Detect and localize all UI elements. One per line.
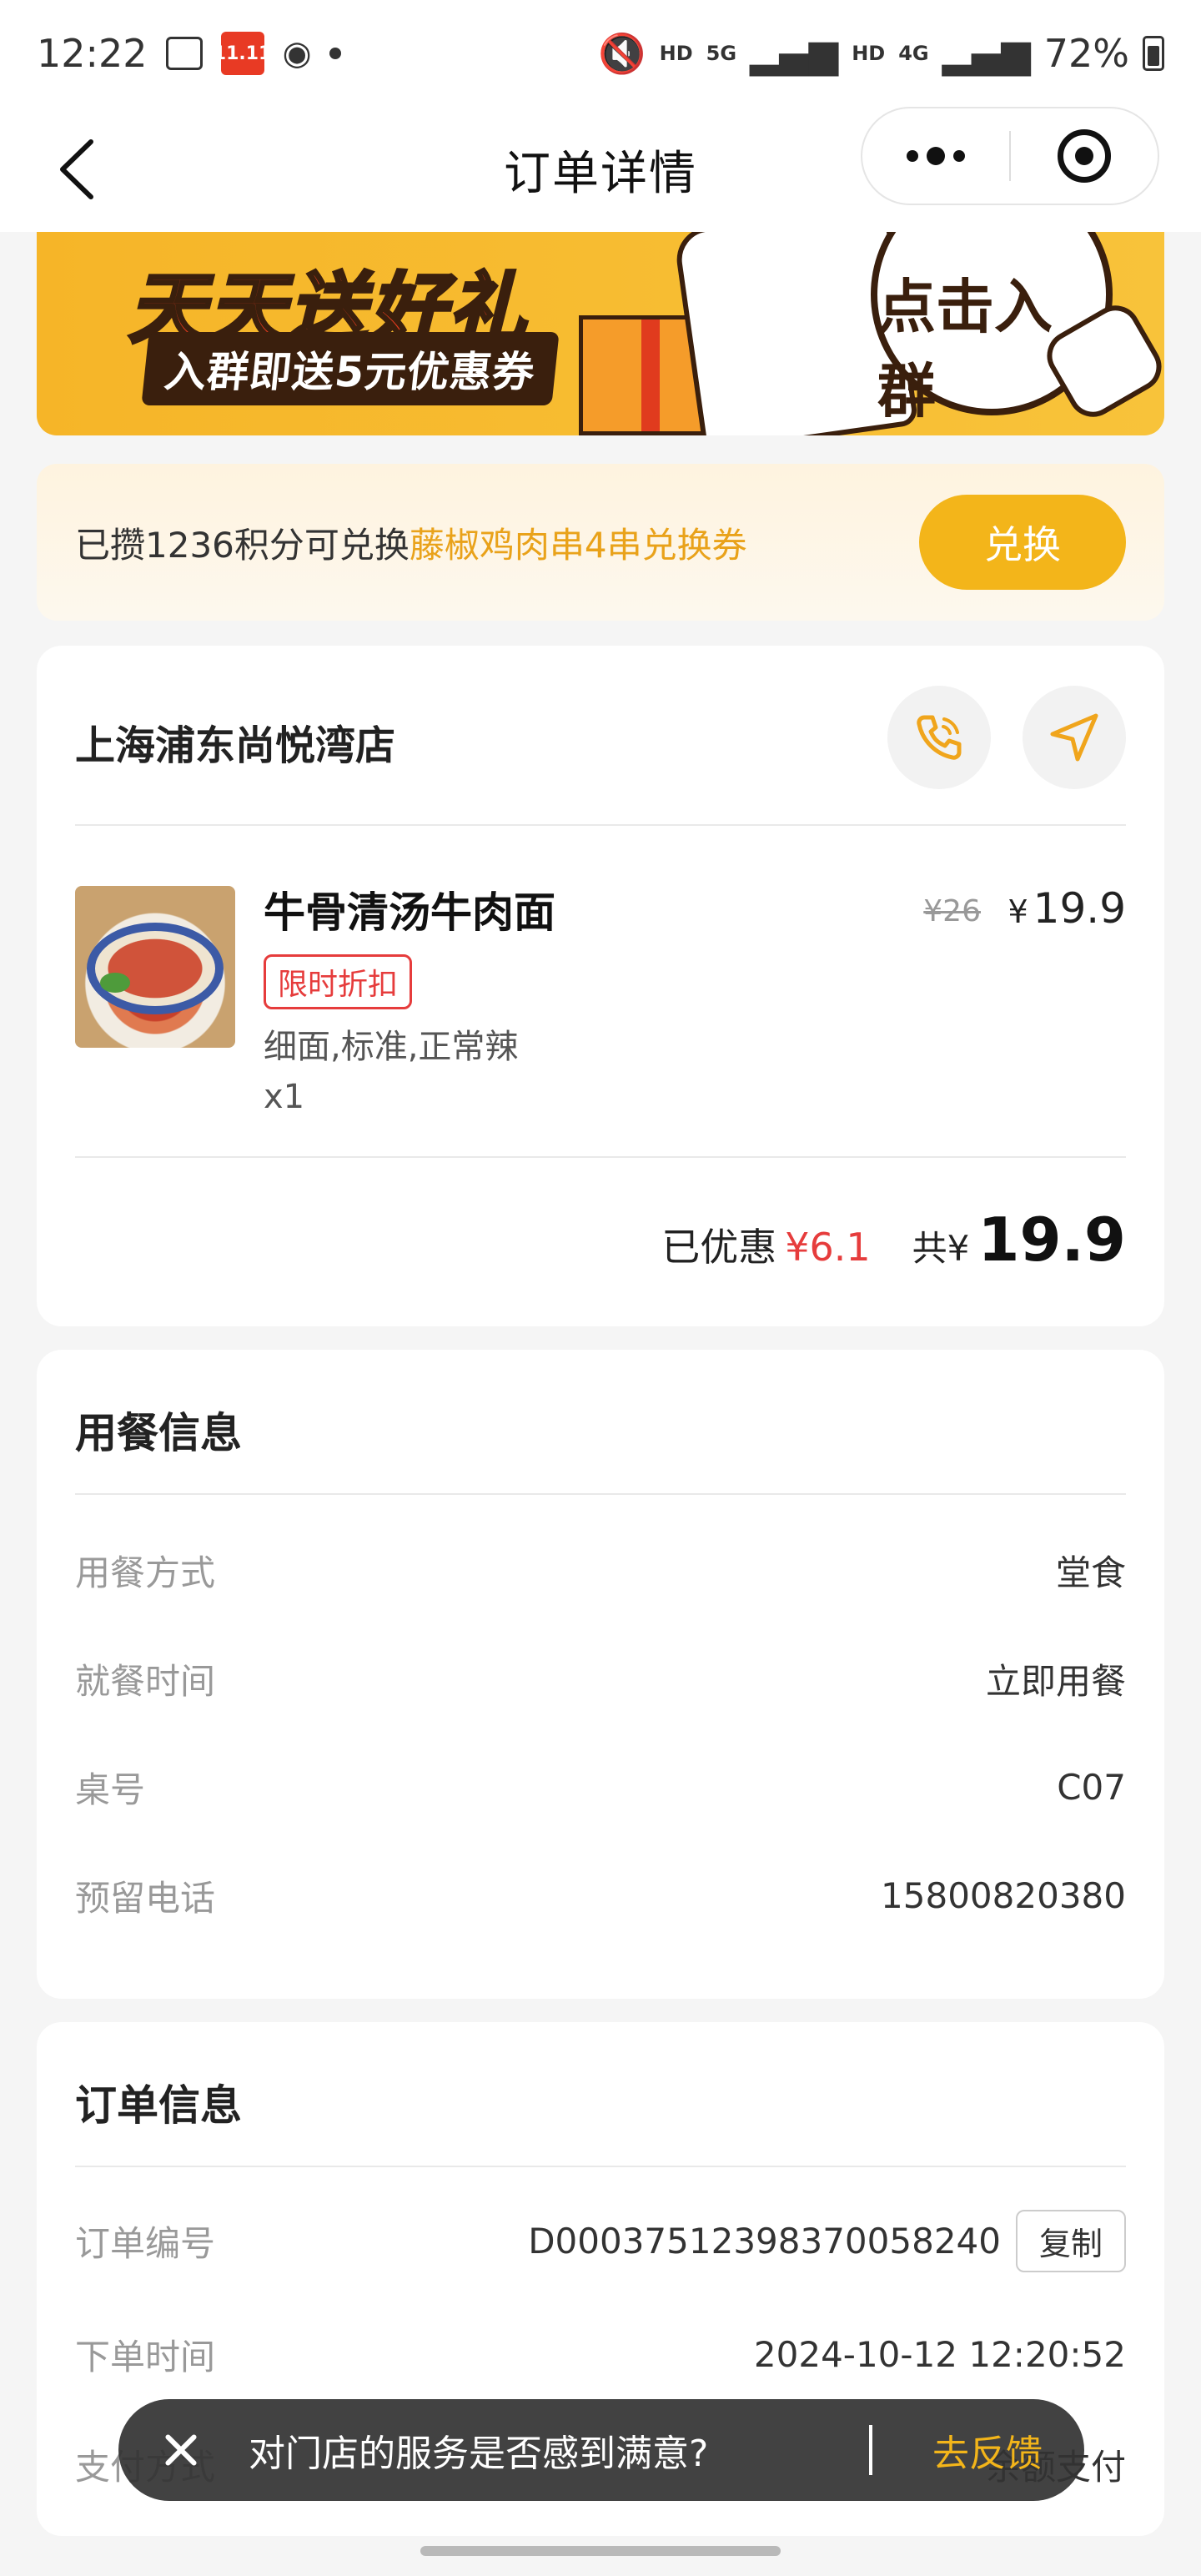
info-value: 2024-10-12 12:20:52 [753, 2333, 1126, 2375]
info-label: 用餐方式 [75, 1552, 216, 1593]
store-name: 上海浦东尚悦湾店 [75, 722, 396, 769]
target-icon [1058, 129, 1111, 183]
info-value: 堂食 [1055, 1552, 1126, 1593]
status-time: 12:22 [37, 31, 148, 76]
feedback-button[interactable]: 去反馈 [932, 2423, 1043, 2477]
item-price-value: 19.9 [1033, 884, 1126, 933]
item-quantity: x1 [264, 1078, 305, 1116]
5g-label: 5G [706, 42, 737, 65]
signal-icon: ▂▄▆ [750, 31, 839, 76]
points-exchange-bar: 已攒1236积分可兑换藤椒鸡肉串4串兑换券 兑换 [37, 464, 1164, 621]
4g-label: 4G [898, 42, 929, 65]
battery-percent: 72% [1043, 31, 1129, 76]
more-dot-icon [907, 150, 918, 162]
item-image [75, 886, 235, 1048]
close-miniprogram-button[interactable] [1011, 129, 1158, 183]
points-prefix: 已攒1236积分可兑换 [75, 524, 410, 566]
toast-divider [869, 2425, 872, 2475]
feedback-message: 对门店的服务是否感到满意? [249, 2433, 709, 2475]
info-value: 立即用餐 [985, 1660, 1126, 1702]
close-icon[interactable] [160, 2429, 202, 2471]
phone-icon [917, 715, 962, 760]
navigation-bar: 订单详情 [0, 107, 1201, 232]
taobao-label: 11.11 [213, 43, 272, 64]
info-row: 用餐方式 堂食 [75, 1545, 1126, 1595]
currency-symbol: ¥ [1008, 893, 1028, 930]
feedback-toast: 对门店的服务是否感到满意? 去反馈 [118, 2399, 1084, 2501]
back-button[interactable] [52, 132, 102, 207]
info-row: 预留电话 15800820380 [75, 1870, 1126, 1920]
points-reward: 藤椒鸡肉串4串兑换券 [409, 524, 747, 566]
order-number: D0003751239837005824​0 [528, 2220, 1001, 2262]
more-button[interactable] [862, 147, 1009, 165]
discount-tag: 限时折扣 [264, 954, 413, 1009]
info-row: 订单编号 D0003751239837005824​0 复制 [75, 2209, 1126, 2272]
copy-button[interactable]: 复制 [1015, 2209, 1126, 2272]
item-name: 牛骨清汤牛肉面 [264, 888, 555, 937]
home-indicator[interactable] [420, 2546, 781, 2556]
info-row: 桌号 C07 [75, 1762, 1126, 1812]
taobao-icon: 11.11 [214, 32, 271, 75]
discount-label: 已优惠 [661, 1225, 777, 1270]
call-store-button[interactable] [887, 686, 991, 789]
info-label: 下单时间 [75, 2336, 216, 2377]
info-value: 15800820380 [881, 1874, 1126, 1916]
mute-icon: 🔇 [598, 30, 646, 76]
banner-subtitle: 入群即送5元优惠券 [141, 332, 560, 405]
total-value: 19.9 [977, 1205, 1126, 1275]
info-row: 就餐时间 立即用餐 [75, 1653, 1126, 1703]
signal-icon-2: ▂▄▆ [942, 31, 1031, 76]
info-label: 就餐时间 [75, 1660, 216, 1702]
item-price: ¥19.9 [1008, 884, 1126, 933]
hd-label: HD [659, 42, 693, 65]
weibo-icon: ◉ [282, 34, 312, 73]
divider [75, 824, 1126, 826]
notification-dot-icon [329, 48, 342, 59]
status-bar: 12:22 11.11 ◉ 🔇 HD 5G ▂▄▆ HD 4G ▂▄▆ 72% [0, 0, 1201, 107]
info-label: 订单编号 [75, 2222, 216, 2264]
info-label: 桌号 [75, 1768, 146, 1810]
divider [75, 1156, 1126, 1158]
navigation-arrow-icon [1050, 713, 1098, 762]
points-text: 已攒1236积分可兑换藤椒鸡肉串4串兑换券 [75, 517, 747, 568]
page-title: 订单详情 [504, 146, 697, 201]
divider [75, 1493, 1126, 1495]
promo-banner[interactable]: 天天送好礼 入群即送5元优惠券 点击入群 [37, 232, 1164, 435]
section-title: 用餐信息 [75, 1409, 242, 1457]
original-price: ¥26 [923, 894, 981, 928]
battery-icon [1143, 36, 1164, 71]
order-summary: 已优惠 ¥6.1 共¥ 19.9 [661, 1205, 1126, 1275]
section-title: 订单信息 [75, 2081, 242, 2130]
hd-label-2: HD [852, 42, 886, 65]
item-spec: 细面,标准,正常辣 [264, 1028, 519, 1066]
miniprogram-capsule [861, 107, 1159, 205]
total-label: 共¥ [912, 1228, 970, 1269]
dining-info-card: 用餐信息 用餐方式 堂食 就餐时间 立即用餐 桌号 C07 预留电话 15800… [37, 1350, 1164, 1999]
discount-value: ¥6.1 [785, 1225, 871, 1270]
store-order-card: 上海浦东尚悦湾店 牛骨清汤牛肉面 限时折扣 细面,标准,正常辣 x1 ¥26 ¥… [37, 646, 1164, 1326]
exchange-button[interactable]: 兑换 [919, 495, 1126, 590]
info-label: 预留电话 [75, 1877, 216, 1919]
info-value: C07 [1057, 1766, 1126, 1808]
info-row: 下单时间 2024-10-12 12:20:52 [75, 2329, 1126, 2379]
chevron-left-icon [60, 139, 93, 199]
navigate-store-button[interactable] [1023, 686, 1126, 789]
more-dot-icon [953, 150, 965, 162]
gallery-icon [165, 37, 203, 70]
divider [75, 2166, 1126, 2167]
more-dot-icon [927, 147, 945, 165]
